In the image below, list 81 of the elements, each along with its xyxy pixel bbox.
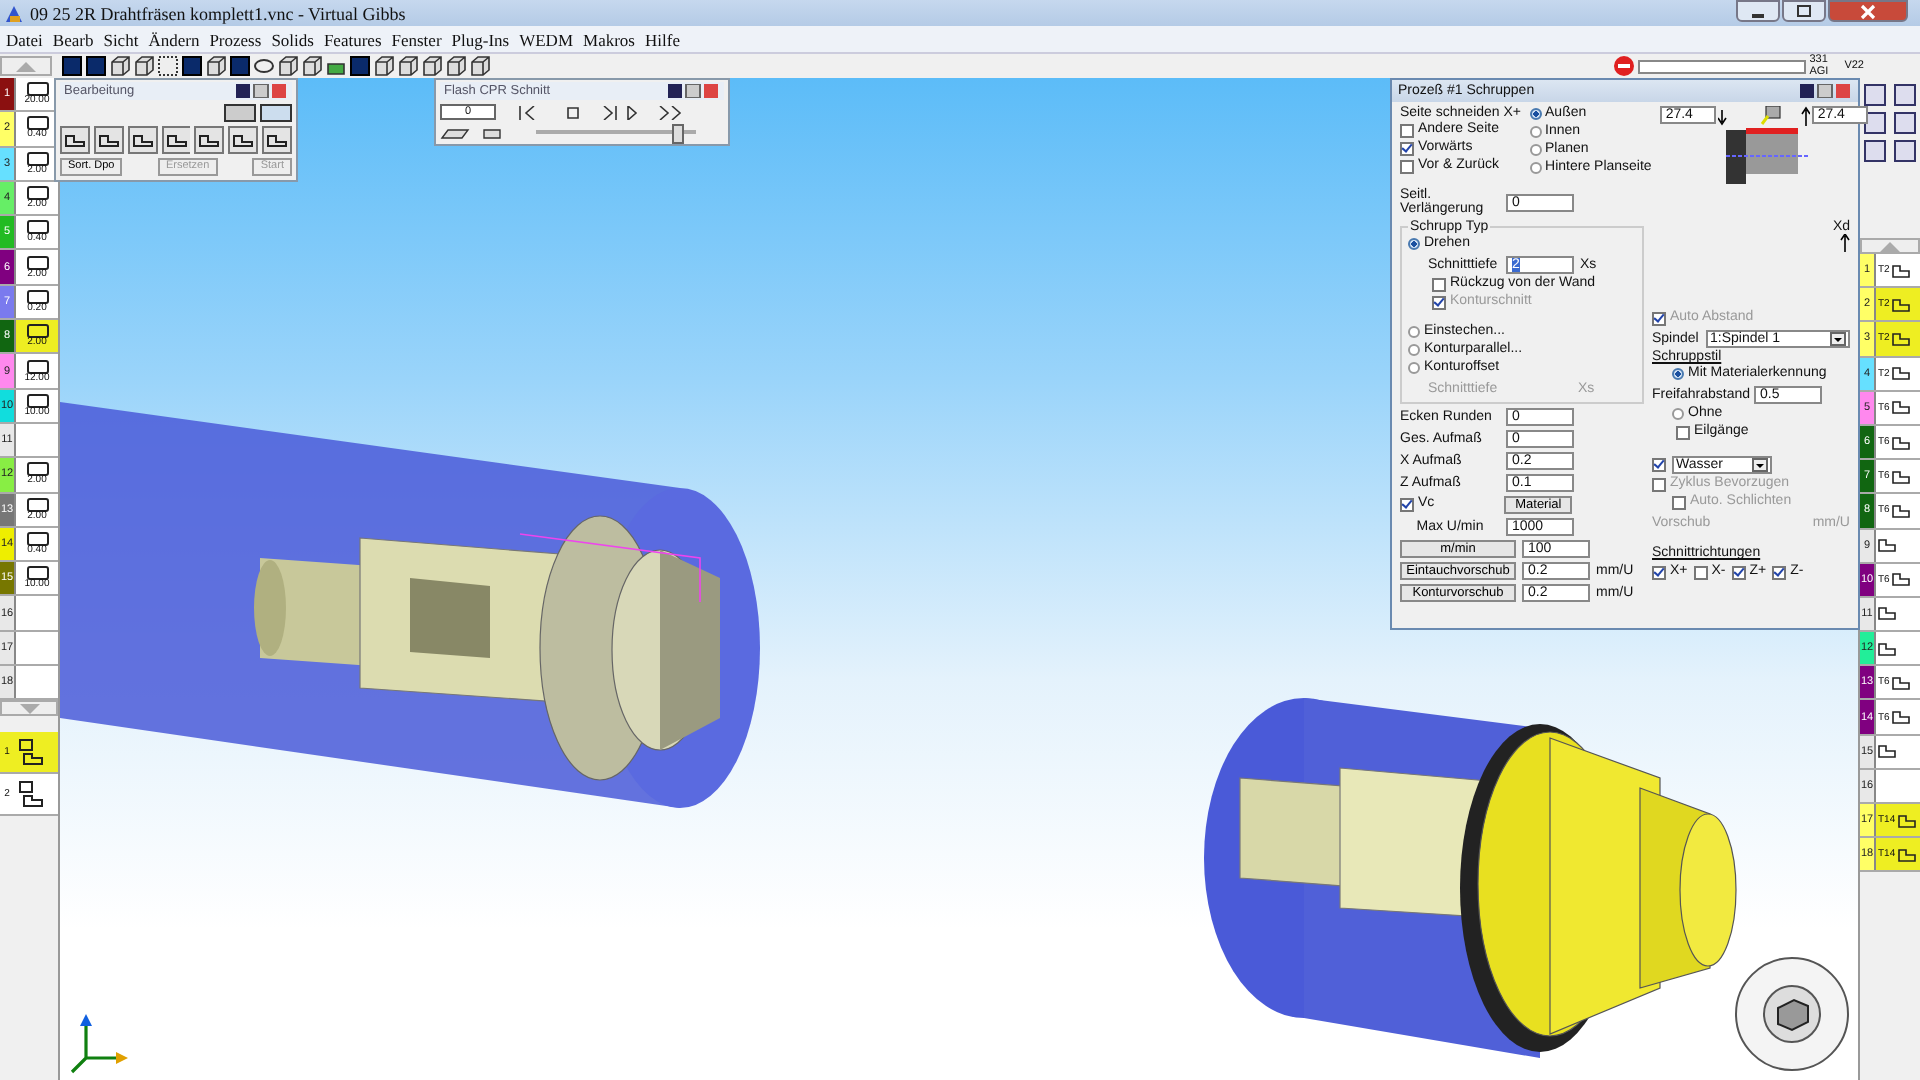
insert-icon bbox=[25, 393, 49, 408]
menu-item[interactable]: Sicht bbox=[103, 29, 139, 49]
caret-icon bbox=[1752, 457, 1768, 471]
menu-item[interactable]: Plug-Ins bbox=[451, 29, 510, 49]
milling-icon[interactable] bbox=[260, 104, 292, 122]
operation-icon[interactable] bbox=[228, 126, 259, 154]
operation-icon[interactable] bbox=[262, 126, 293, 154]
insert-icon bbox=[25, 566, 49, 581]
view-cube-icon[interactable] bbox=[1734, 956, 1850, 1072]
cube-icon[interactable] bbox=[302, 56, 322, 76]
cube-icon[interactable] bbox=[110, 56, 130, 76]
window-controls-icon[interactable] bbox=[1800, 84, 1852, 98]
cube-icon[interactable] bbox=[206, 56, 226, 76]
menu-item[interactable]: Solids bbox=[271, 29, 314, 49]
window-controls-icon[interactable] bbox=[668, 84, 720, 98]
menu-item[interactable]: Hilfe bbox=[645, 29, 680, 49]
panel-icon[interactable] bbox=[1893, 140, 1915, 162]
close-icon bbox=[1860, 3, 1876, 19]
insert-icon bbox=[25, 289, 49, 304]
slider-thumb[interactable] bbox=[671, 124, 684, 144]
menu-item[interactable]: Prozess bbox=[209, 29, 262, 49]
axis-triad-icon bbox=[70, 1014, 128, 1074]
process-icon bbox=[18, 780, 46, 809]
insert-icon bbox=[25, 186, 49, 201]
panel-icon[interactable] bbox=[1864, 140, 1886, 162]
close-button[interactable] bbox=[1828, 0, 1908, 22]
down-arrow-icon bbox=[17, 703, 41, 714]
insert-icon bbox=[25, 220, 49, 235]
panel-icon[interactable] bbox=[1893, 112, 1915, 134]
operation-icon[interactable] bbox=[194, 126, 225, 154]
menu-item[interactable]: WEDM bbox=[519, 29, 574, 49]
up-arrow-icon bbox=[1878, 241, 1902, 251]
dots-icon[interactable] bbox=[158, 56, 178, 76]
operation-icon[interactable] bbox=[60, 126, 90, 154]
process-icon bbox=[18, 738, 46, 767]
holder-icon bbox=[1878, 744, 1896, 759]
menu-item[interactable]: Datei bbox=[6, 29, 43, 49]
minimize-button[interactable] bbox=[1736, 0, 1780, 22]
window-controls-icon[interactable] bbox=[236, 84, 288, 98]
insert-icon bbox=[25, 82, 49, 97]
insert-icon bbox=[25, 255, 49, 270]
holder-icon bbox=[1878, 641, 1896, 656]
holder-icon bbox=[1878, 606, 1896, 621]
insert-icon bbox=[25, 324, 49, 339]
insert-icon bbox=[25, 359, 49, 374]
insert-icon bbox=[25, 497, 49, 512]
ellipse-icon[interactable] bbox=[254, 56, 274, 76]
insert-icon bbox=[25, 462, 49, 477]
restore-icon bbox=[1796, 4, 1812, 18]
operation-icon[interactable] bbox=[161, 126, 191, 154]
turning-icon[interactable] bbox=[224, 104, 256, 122]
cube-icon[interactable] bbox=[278, 56, 298, 76]
maximize-button[interactable] bbox=[1782, 0, 1826, 22]
caret-icon bbox=[1830, 331, 1846, 345]
menu-item[interactable]: Ändern bbox=[148, 29, 200, 49]
operation-icon[interactable] bbox=[127, 126, 158, 154]
menu-item[interactable]: Makros bbox=[583, 29, 635, 49]
insert-icon bbox=[25, 116, 49, 131]
checkbox[interactable] bbox=[1652, 457, 1666, 471]
up-arrow-icon bbox=[1840, 234, 1850, 252]
operation-icon[interactable] bbox=[93, 126, 124, 154]
panel-icon[interactable] bbox=[1864, 84, 1886, 106]
insert-icon bbox=[25, 151, 49, 166]
insert-icon bbox=[25, 532, 49, 546]
menu-item[interactable]: Fenster bbox=[391, 29, 442, 49]
menu-item[interactable]: Features bbox=[323, 29, 382, 49]
cube-icon[interactable] bbox=[422, 56, 442, 76]
up-arrow-icon bbox=[14, 61, 38, 71]
cube-icon[interactable] bbox=[374, 56, 394, 76]
panel-icon[interactable] bbox=[1864, 112, 1886, 134]
cube-icon[interactable] bbox=[446, 56, 466, 76]
app-icon bbox=[4, 3, 24, 23]
holder-icon bbox=[1878, 538, 1896, 553]
cube-icon[interactable] bbox=[470, 56, 490, 76]
stock-diagram-icon bbox=[1717, 106, 1810, 186]
panel-icon[interactable] bbox=[1893, 84, 1915, 106]
cube-icon[interactable] bbox=[398, 56, 418, 76]
menu-item[interactable]: Bearb bbox=[52, 29, 94, 49]
window-title: 09 25 2R Drahtfräsen komplett1.vnc - Virtual Gibbs bbox=[30, 3, 406, 23]
cube-icon[interactable] bbox=[134, 56, 154, 76]
stop-icon[interactable] bbox=[1613, 56, 1634, 76]
